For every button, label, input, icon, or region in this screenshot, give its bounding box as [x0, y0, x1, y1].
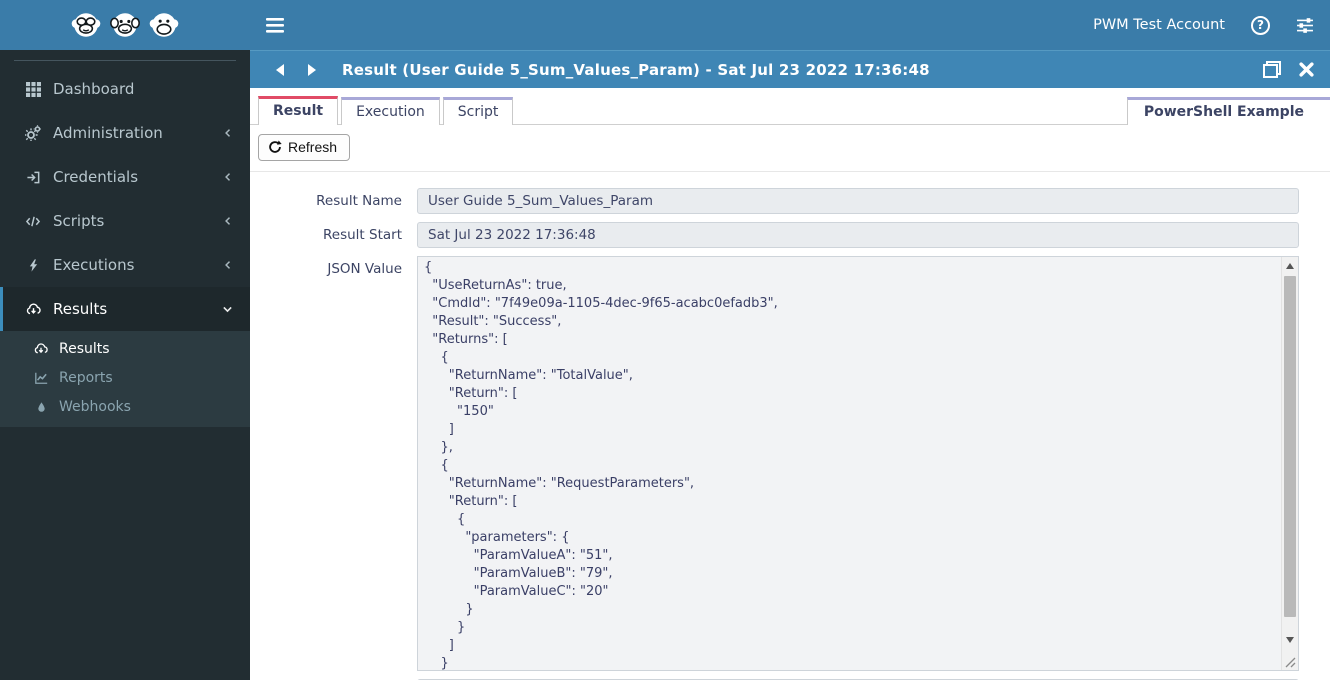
app-logo[interactable]	[0, 0, 250, 50]
restore-window-icon[interactable]	[1263, 61, 1281, 78]
submenu-item-label: Reports	[59, 369, 113, 386]
tab-script[interactable]: Script	[442, 97, 514, 125]
chevron-left-icon	[222, 126, 234, 140]
json-value-content[interactable]: { "UseReturnAs": true, "CmdId": "7f49e09…	[418, 257, 1281, 670]
main-column: PWM Test Account Result (User Guide 5_Su…	[250, 0, 1330, 680]
app-window: Dashboard Administration Credentials Scr…	[0, 0, 1330, 680]
titlebar-actions	[1263, 61, 1314, 78]
back-arrow-button[interactable]	[276, 63, 284, 76]
chevron-left-icon	[222, 214, 234, 228]
json-value-label: JSON Value	[327, 261, 402, 277]
grid-icon	[23, 81, 43, 97]
code-icon	[23, 214, 43, 229]
json-value-textarea[interactable]: { "UseReturnAs": true, "CmdId": "7f49e09…	[417, 256, 1299, 671]
sliders-icon[interactable]	[1296, 17, 1314, 34]
tab-execution[interactable]: Execution	[341, 97, 440, 125]
sidebar-item-label: Administration	[53, 124, 163, 142]
result-name-input[interactable]	[417, 188, 1299, 214]
monkey-hear-no-evil-icon	[110, 13, 140, 37]
submenu-item-results[interactable]: Results	[0, 334, 250, 363]
sign-in-icon	[23, 170, 43, 185]
submenu-item-webhooks[interactable]: Webhooks	[0, 392, 250, 421]
sidebar-item-executions[interactable]: Executions	[0, 243, 250, 287]
chevron-down-icon	[221, 303, 234, 316]
resize-handle[interactable]	[1282, 648, 1298, 670]
chevron-left-icon	[222, 170, 234, 184]
chart-line-icon	[32, 371, 50, 385]
scrollbar-thumb[interactable]	[1284, 276, 1296, 617]
sidebar-item-label: Results	[53, 300, 108, 318]
sidebar: Dashboard Administration Credentials Scr…	[0, 0, 250, 680]
sidebar-item-label: Dashboard	[53, 80, 135, 98]
result-start-row: Result Start	[260, 222, 1330, 248]
monkey-see-no-evil-icon	[71, 13, 101, 37]
top-navbar: PWM Test Account	[250, 0, 1330, 50]
submenu-item-reports[interactable]: Reports	[0, 363, 250, 392]
result-start-input[interactable]	[417, 222, 1299, 248]
toolbar: Refresh	[250, 125, 1330, 172]
refresh-icon	[268, 140, 282, 154]
sidebar-item-administration[interactable]: Administration	[0, 111, 250, 155]
sidebar-menu: Dashboard Administration Credentials Scr…	[0, 67, 250, 331]
page-title: Result (User Guide 5_Sum_Values_Param) -…	[342, 60, 930, 79]
results-submenu: Results Reports Webhooks	[0, 331, 250, 427]
forward-arrow-button[interactable]	[308, 63, 316, 76]
textarea-scrollbar[interactable]	[1281, 257, 1298, 670]
sidebar-item-scripts[interactable]: Scripts	[0, 199, 250, 243]
refresh-button[interactable]: Refresh	[258, 134, 351, 161]
result-name-row: Result Name	[260, 188, 1330, 214]
sidebar-divider	[14, 60, 236, 61]
tab-bar: Result Execution Script PowerShell Examp…	[250, 88, 1330, 125]
scrollbar-down-button[interactable]	[1282, 631, 1298, 648]
sidebar-item-label: Executions	[53, 256, 135, 274]
droplet-icon	[32, 400, 50, 414]
sidebar-item-results[interactable]: Results	[0, 287, 250, 331]
result-start-label: Result Start	[323, 227, 402, 243]
bolt-icon	[23, 258, 43, 273]
scrollbar-up-button[interactable]	[1282, 257, 1298, 274]
sidebar-item-label: Credentials	[53, 168, 139, 186]
monkey-speak-no-evil-icon	[149, 13, 179, 37]
cloud-download-icon	[32, 342, 50, 356]
result-form: Result Name Result Start JSON Value { "U…	[250, 172, 1330, 680]
close-icon[interactable]	[1299, 62, 1314, 77]
submenu-item-label: Webhooks	[59, 398, 131, 415]
tab-powershell-example[interactable]: PowerShell Example	[1126, 97, 1330, 125]
sidebar-item-dashboard[interactable]: Dashboard	[0, 67, 250, 111]
result-titlebar: Result (User Guide 5_Sum_Values_Param) -…	[250, 50, 1330, 88]
refresh-button-label: Refresh	[288, 139, 338, 155]
sidebar-item-label: Scripts	[53, 212, 105, 230]
scrollbar-track[interactable]	[1282, 274, 1298, 631]
gears-icon	[23, 125, 43, 141]
tab-result[interactable]: Result	[258, 96, 339, 125]
navbar-right-group: PWM Test Account	[1093, 15, 1314, 35]
content-panel: Result Execution Script PowerShell Examp…	[250, 88, 1330, 680]
sidebar-item-credentials[interactable]: Credentials	[0, 155, 250, 199]
chevron-left-icon	[222, 258, 234, 272]
cloud-download-icon	[23, 302, 43, 317]
submenu-item-label: Results	[59, 340, 110, 357]
hamburger-menu-icon[interactable]	[266, 17, 284, 33]
result-name-label: Result Name	[316, 193, 402, 209]
json-value-row: JSON Value { "UseReturnAs": true, "CmdId…	[260, 256, 1330, 671]
account-menu[interactable]: PWM Test Account	[1093, 17, 1225, 33]
help-icon[interactable]	[1251, 15, 1270, 35]
